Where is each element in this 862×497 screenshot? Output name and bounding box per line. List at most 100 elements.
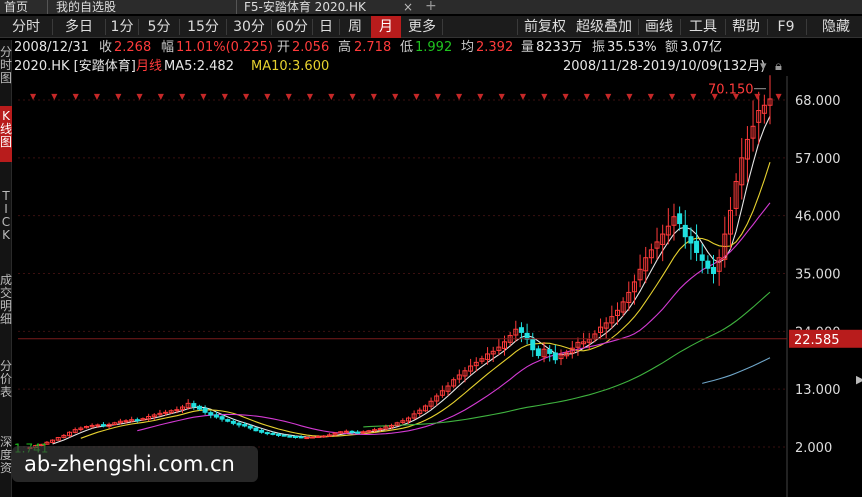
candle-body — [253, 427, 259, 432]
event-flags: ▼ ▼ ▼ ▼ ▼ ▼ ▼ ▼ ▼ ▼ ▼ ▼ ▼ ▼ ▼ ▼ ▼ ▼ ▼ ▼ ▼ ▼ ▼ ▼ ▼ ▼ ▼ ▼ ▼ ▼ ▼ ▼ ▼ ▼ ▼ ▼ — [30, 92, 783, 101]
candle-body — [219, 416, 225, 420]
candle-body — [711, 266, 717, 274]
event-flag-icon: ▼ — [200, 92, 207, 101]
candle-body — [298, 436, 304, 439]
high-marker-label: 70.150 — [708, 83, 754, 98]
kline-chart[interactable]: 2.00013.00024.00035.00046.00057.00068.00… — [0, 0, 862, 497]
event-flag-icon: ▼ — [158, 92, 165, 101]
event-flag-icon: ▼ — [137, 92, 144, 101]
price-axis: 2.00013.00024.00035.00046.00057.00068.00… — [786, 76, 862, 497]
event-flag-icon: ▼ — [456, 92, 463, 101]
candle-body — [100, 424, 106, 427]
event-flag-icon: ▼ — [264, 92, 271, 101]
candle-body — [343, 430, 349, 433]
chart-grid — [18, 99, 787, 448]
candle-body — [242, 424, 248, 427]
event-flag-icon: ▼ — [350, 92, 357, 101]
candle-body — [552, 352, 558, 361]
candle-body — [315, 435, 321, 438]
candle-body — [247, 425, 253, 429]
candle-body — [163, 411, 169, 414]
event-flag-icon: ▼ — [371, 92, 378, 101]
candle-body — [208, 412, 214, 416]
y-tick-label: 68.000 — [795, 94, 841, 109]
current-price-label: 22.585 — [794, 333, 840, 348]
candle-body — [360, 431, 366, 434]
y-tick-label: 2.000 — [795, 441, 832, 456]
candle-body — [677, 213, 683, 225]
candle-body — [377, 428, 383, 431]
y-tick-label: 46.000 — [795, 210, 841, 225]
candle-body — [202, 408, 208, 413]
event-flag-icon: ▼ — [115, 92, 122, 101]
scroll-right-icon: ▶ — [856, 373, 862, 386]
candle-body — [287, 435, 293, 438]
event-flag-icon: ▼ — [690, 92, 697, 101]
y-tick-label: 13.000 — [795, 383, 841, 398]
candle-body — [196, 405, 202, 410]
candle-body — [230, 420, 236, 424]
event-flag-icon: ▼ — [626, 92, 633, 101]
candle-body — [699, 254, 705, 261]
candle-body — [705, 260, 711, 269]
candle-body — [304, 437, 310, 440]
event-flag-icon: ▼ — [754, 92, 761, 101]
event-flag-icon: ▼ — [413, 92, 420, 101]
event-flag-icon: ▼ — [541, 92, 548, 101]
event-flag-icon: ▼ — [73, 92, 80, 101]
candle-body — [264, 432, 270, 435]
event-flag-icon: ▼ — [499, 92, 506, 101]
candle-body — [518, 327, 524, 333]
event-flag-icon: ▼ — [286, 92, 293, 101]
event-flag-icon: ▼ — [243, 92, 250, 101]
ma120-line — [702, 357, 771, 384]
event-flag-icon: ▼ — [94, 92, 101, 101]
candle-body — [682, 224, 688, 238]
event-flag-icon: ▼ — [435, 92, 442, 101]
candle-body — [225, 419, 231, 422]
candle-body — [321, 435, 327, 438]
candle-body — [281, 434, 287, 437]
candle-body — [123, 420, 129, 423]
candle-body — [191, 403, 197, 408]
event-flag-icon: ▼ — [222, 92, 229, 101]
event-flag-icon: ▼ — [30, 92, 37, 101]
candle-body — [530, 338, 536, 351]
candle-body — [134, 419, 140, 422]
y-tick-label: 57.000 — [795, 152, 841, 167]
ma5-line — [52, 115, 771, 445]
candle-body — [349, 430, 355, 433]
candle-body — [292, 435, 298, 438]
candle-body — [270, 432, 276, 435]
candle-body — [95, 424, 101, 427]
candle-body — [547, 349, 553, 354]
event-flag-icon: ▼ — [307, 92, 314, 101]
y-tick-label: 35.000 — [795, 268, 841, 283]
ma20-line — [137, 202, 771, 435]
ma10-line — [80, 162, 771, 439]
event-flag-icon: ▼ — [477, 92, 484, 101]
event-flag-icon: ▼ — [669, 92, 676, 101]
ma60-line — [363, 291, 771, 428]
moving-averages — [52, 115, 771, 445]
event-flag-icon: ▼ — [179, 92, 186, 101]
candle-body — [276, 433, 282, 436]
event-flag-icon: ▼ — [392, 92, 399, 101]
event-flag-icon: ▼ — [605, 92, 612, 101]
price-markers: 70.1501.74122.585 — [14, 83, 862, 455]
candle-body — [694, 240, 700, 253]
candle-body — [309, 436, 315, 439]
event-flag-icon: ▼ — [51, 92, 58, 101]
event-flag-icon: ▼ — [776, 92, 783, 101]
event-flag-icon: ▼ — [563, 92, 570, 101]
candle-body — [355, 431, 361, 434]
event-flag-icon: ▼ — [648, 92, 655, 101]
event-flag-icon: ▼ — [520, 92, 527, 101]
watermark: ab-zhengshi.com.cn — [12, 446, 258, 482]
event-flag-icon: ▼ — [584, 92, 591, 101]
candle-body — [535, 348, 541, 357]
candle-body — [259, 429, 265, 433]
candlesticks — [27, 75, 773, 450]
event-flag-icon: ▼ — [328, 92, 335, 101]
candle-body — [688, 236, 694, 244]
